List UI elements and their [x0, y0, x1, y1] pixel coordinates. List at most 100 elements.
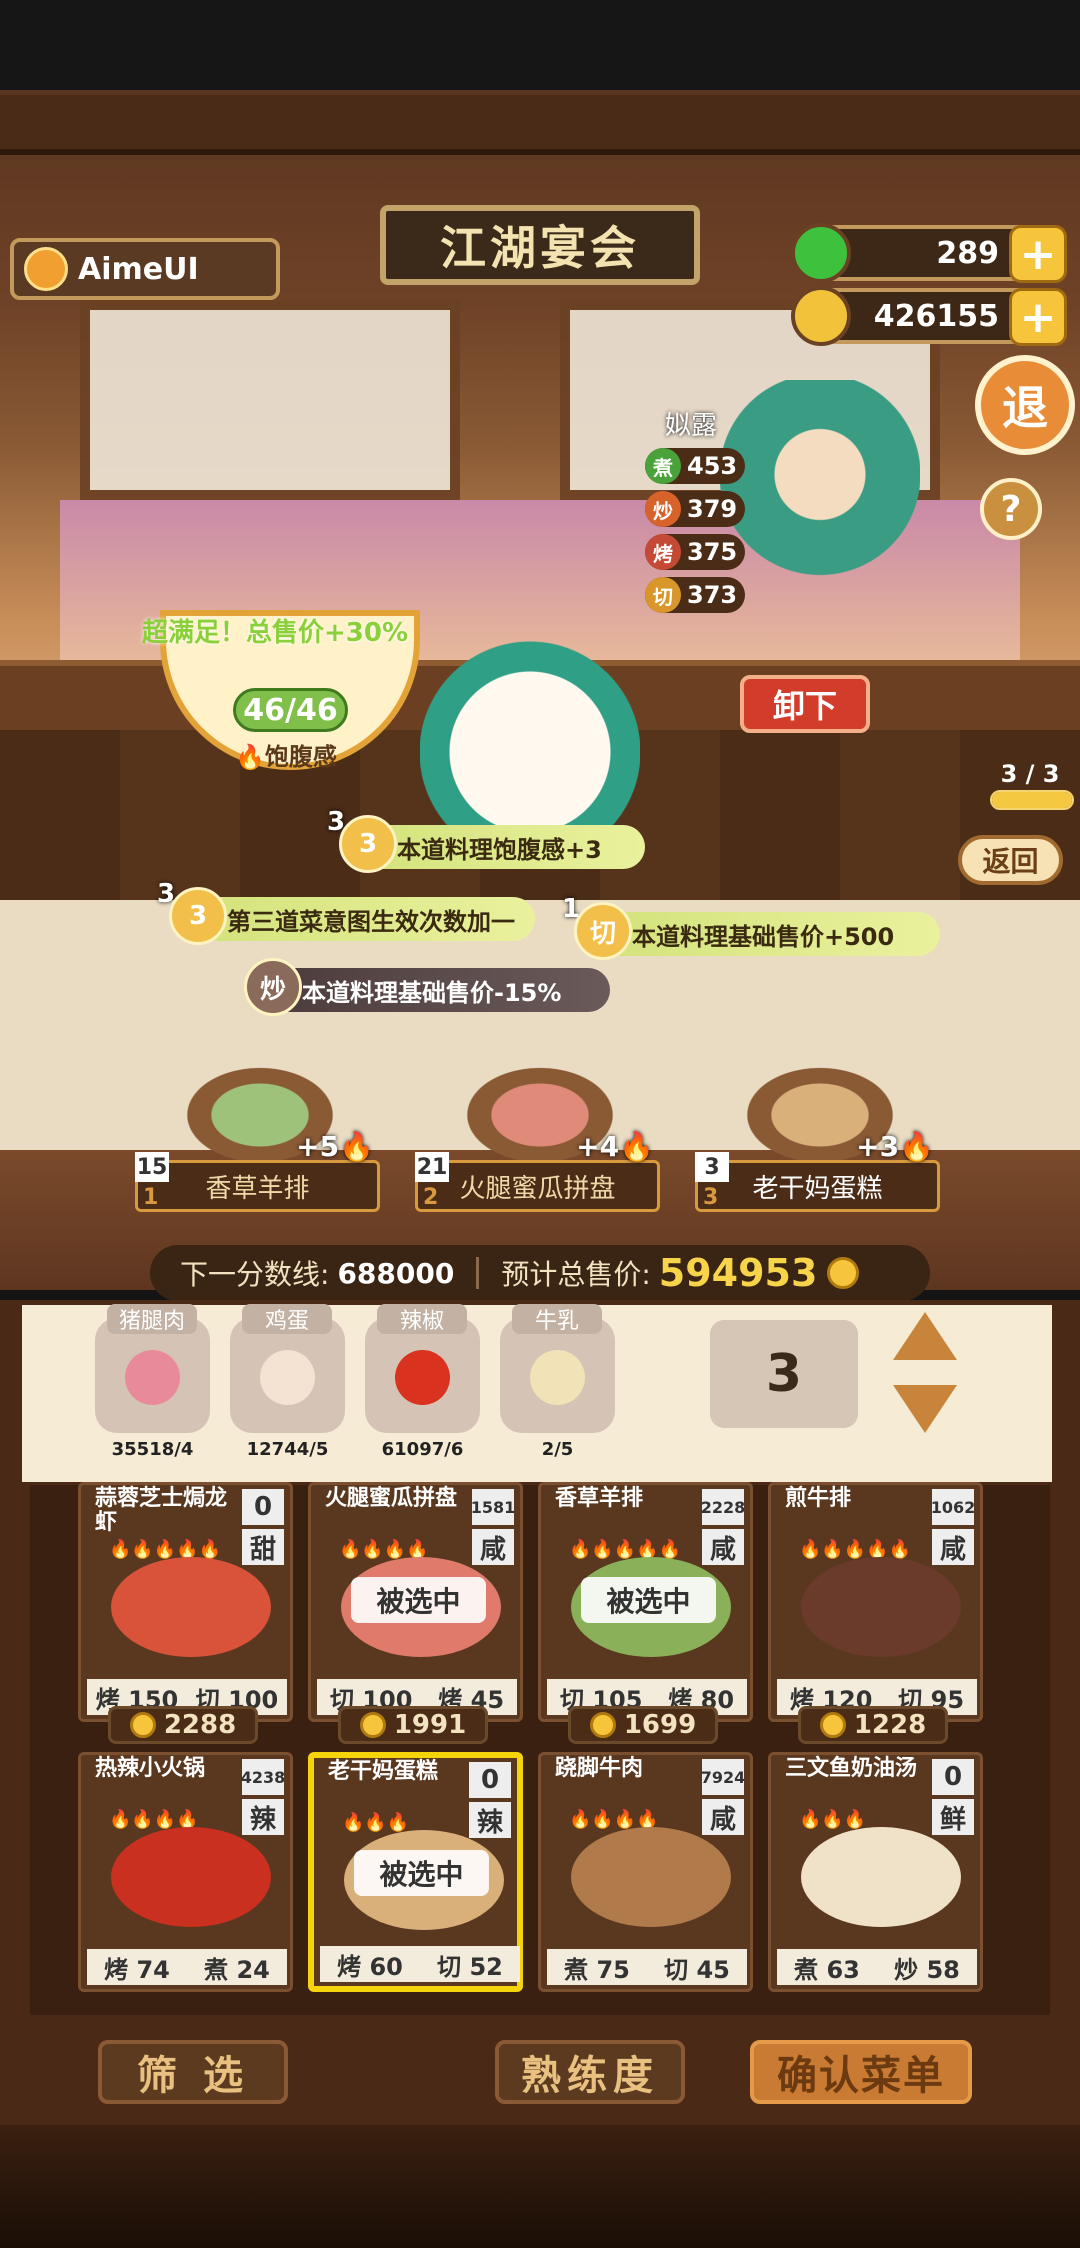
- dish-quantity: 15: [135, 1152, 169, 1182]
- help-button[interactable]: ?: [980, 478, 1042, 540]
- skill-2-value: 52: [469, 1952, 503, 1981]
- recipe-card[interactable]: 跷脚牛肉 7924 咸 🔥🔥🔥🔥 煮 75 切 45: [538, 1752, 753, 1992]
- recipe-rank: 0: [242, 1489, 284, 1525]
- dish-bonus: +3🔥: [856, 1130, 934, 1163]
- ingredient-box: 辣椒: [365, 1304, 480, 1433]
- recipe-taste: 辣: [242, 1799, 284, 1835]
- chef-stat-roast: 烤 375: [645, 534, 745, 570]
- boil-icon: 煮: [645, 448, 681, 484]
- course-progress-fill: [992, 792, 1072, 808]
- skill-2-label: 切: [664, 1955, 689, 1984]
- recipe-taste: 甜: [242, 1529, 284, 1565]
- recipe-card[interactable]: 香草羊排 2228 咸 🔥🔥🔥🔥🔥 被选中 切 105 烤 80: [538, 1482, 753, 1722]
- effect-banner: 3 3 第三道菜意图生效次数加一: [157, 879, 535, 945]
- proficiency-button[interactable]: 熟练度: [495, 2040, 685, 2104]
- effect-badge-icon: 3: [169, 887, 227, 945]
- recipe-card[interactable]: 煎牛排 1062 咸 🔥🔥🔥🔥🔥 烤 120 切 95: [768, 1482, 983, 1722]
- total-price-label: 预计总售价:: [501, 1258, 651, 1291]
- skill-1: 烤 60: [337, 1947, 403, 1982]
- dish-quantity: 3: [695, 1152, 729, 1182]
- recipe-card[interactable]: 热辣小火锅 4238 辣 🔥🔥🔥🔥 烤 74 煮 24: [78, 1752, 293, 1992]
- player-name: AimeUI: [78, 251, 199, 287]
- recipe-taste: 鲜: [932, 1799, 974, 1835]
- recipe-rank: 0: [469, 1762, 511, 1798]
- ingredient-box: 猪腿肉: [95, 1304, 210, 1433]
- back-button[interactable]: 返回: [958, 835, 1063, 885]
- recipe-price: 2288: [108, 1706, 258, 1744]
- coin-icon: [589, 1712, 616, 1738]
- exit-button[interactable]: 退: [975, 355, 1075, 455]
- ingredient-count: 12744/5: [246, 1439, 329, 1460]
- skill-1-value: 75: [596, 1955, 630, 1984]
- recipe-rank: 7924: [701, 1759, 745, 1795]
- fullness-count: 46/46: [233, 688, 348, 732]
- add-jade-button[interactable]: +: [1009, 225, 1067, 283]
- effect-badge-icon: 炒: [244, 958, 302, 1016]
- skill-1-label: 煮: [794, 1955, 819, 1984]
- confirm-menu-button[interactable]: 确认菜单: [750, 2040, 972, 2104]
- recipe-image: [801, 1827, 961, 1927]
- skill-2: 切 52: [437, 1947, 503, 1982]
- skill-1-label: 煮: [564, 1955, 589, 1984]
- recipe-image: [111, 1557, 271, 1657]
- stirfry-icon: 炒: [645, 491, 681, 527]
- coin-icon: [819, 1712, 846, 1738]
- recipe-taste: 咸: [702, 1799, 744, 1835]
- recipe-rank: 2228: [701, 1489, 745, 1525]
- divider: [476, 1257, 480, 1289]
- restaurant-sign: 江湖宴会: [380, 205, 700, 285]
- ingredient-item[interactable]: 牛乳 2/5: [500, 1304, 615, 1460]
- effect-text: 本道料理饱腹感+3: [397, 835, 602, 864]
- recipe-price-value: 1991: [393, 1710, 467, 1740]
- chef-stat-value: 379: [687, 495, 738, 523]
- jade-icon: [791, 223, 851, 283]
- ingredient-item[interactable]: 辣椒 61097/6: [365, 1304, 480, 1460]
- roof-beam: [0, 95, 1080, 155]
- recipe-card-selected[interactable]: 老干妈蛋糕 0 辣 🔥🔥🔥 被选中 烤 60 切 52: [308, 1752, 523, 1992]
- ingredient-item[interactable]: 猪腿肉 35518/4: [95, 1304, 210, 1460]
- dish-name: 香草羊排: [135, 1160, 380, 1212]
- chef-name: 姒露: [665, 411, 718, 441]
- recipe-rank: 1062: [931, 1489, 975, 1525]
- satisfaction-text: 超满足！总售价+30%: [142, 618, 409, 648]
- effect-text: 本道料理基础售价+500: [632, 922, 895, 951]
- recipe-card[interactable]: 三文鱼奶油汤 0 鲜 🔥🔥🔥 煮 63 炒 58: [768, 1752, 983, 1992]
- recipe-title: 三文鱼奶油汤: [785, 1756, 918, 1781]
- skill-2-label: 煮: [204, 1955, 229, 1984]
- recipe-card[interactable]: 蒜蓉芝士焗龙虾 0 甜 🔥🔥🔥🔥🔥 烤 150 切 100: [78, 1482, 293, 1722]
- dish-quantity: 21: [415, 1152, 449, 1182]
- skill-1-label: 烤: [337, 1952, 362, 1981]
- recipe-taste: 咸: [702, 1529, 744, 1565]
- filter-button[interactable]: 筛 选: [98, 2040, 288, 2104]
- window-left: [80, 300, 460, 500]
- player-badge[interactable]: AimeUI: [10, 238, 280, 300]
- course-dish[interactable]: 香草羊排 15 1 +5🔥: [135, 1060, 380, 1212]
- ingredient-count: 61097/6: [381, 1439, 464, 1460]
- coin-amount: 426155: [873, 298, 999, 334]
- recipe-rank: 1581: [471, 1489, 515, 1525]
- milk-icon: [530, 1350, 585, 1405]
- effect-badge-icon: 切: [574, 902, 632, 960]
- recipe-taste: 咸: [472, 1529, 514, 1565]
- add-coins-button[interactable]: +: [1009, 288, 1067, 346]
- coin-icon: [129, 1712, 156, 1738]
- dish-bonus-value: +4: [576, 1130, 620, 1163]
- ingredient-name: 牛乳: [512, 1304, 602, 1334]
- recipe-price-value: 2288: [163, 1710, 237, 1740]
- recipe-image: [801, 1557, 961, 1657]
- chef-stat-boil: 煮 453: [645, 448, 745, 484]
- course-dish[interactable]: 老干妈蛋糕 3 3 +3🔥: [695, 1060, 940, 1212]
- rabbit-mascot: [420, 620, 640, 860]
- ingredient-name: 猪腿肉: [107, 1304, 197, 1334]
- fullness-label-text: 饱腹感: [264, 743, 337, 771]
- ingredient-item[interactable]: 鸡蛋 12744/5: [230, 1304, 345, 1460]
- course-progress-bar: [990, 790, 1074, 810]
- recipe-price: 1699: [568, 1706, 718, 1744]
- recipe-card[interactable]: 火腿蜜瓜拼盘 1581 咸 🔥🔥🔥🔥 被选中 切 100 烤 45: [308, 1482, 523, 1722]
- effect-badge-icon: 3: [339, 815, 397, 873]
- fullness-label: 🔥饱腹感: [235, 743, 337, 771]
- remove-chef-button[interactable]: 卸下: [740, 675, 870, 733]
- dish-index: 3: [703, 1185, 719, 1210]
- skill-2-label: 切: [437, 1952, 462, 1981]
- course-dish[interactable]: 火腿蜜瓜拼盘 21 2 +4🔥: [415, 1060, 660, 1212]
